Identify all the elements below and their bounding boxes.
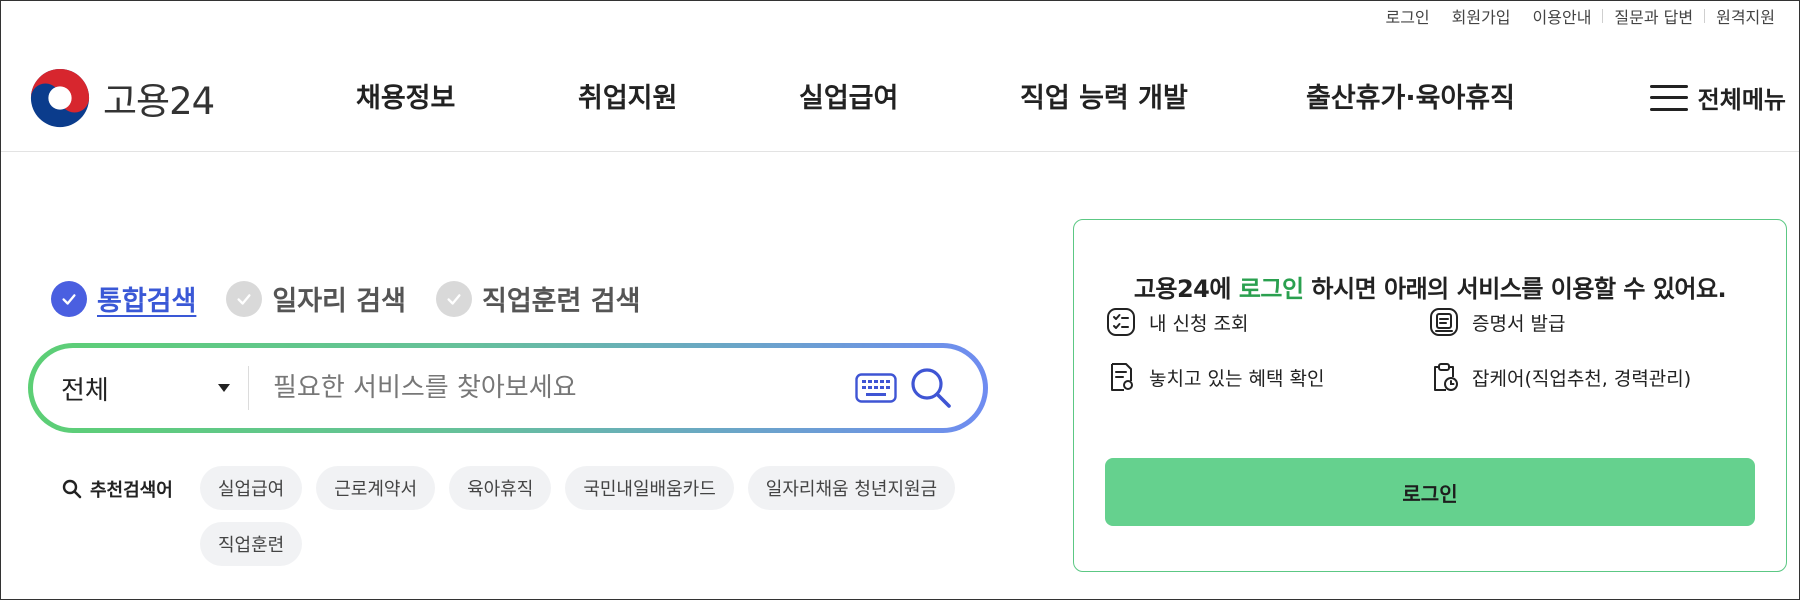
keyword-chip[interactable]: 직업훈련: [200, 522, 303, 566]
search-icon[interactable]: [909, 366, 953, 410]
main-nav: 채용정보 취업지원 실업급여 직업 능력 개발 출산휴가·육아휴직: [0, 76, 1800, 120]
search-input[interactable]: [249, 358, 855, 418]
nav-item-parental-leave[interactable]: 출산휴가·육아휴직: [1306, 76, 1515, 115]
login-link[interactable]: 로그인: [1374, 4, 1440, 28]
keyword-chip[interactable]: 실업급여: [200, 466, 303, 510]
title-text: 고용24에: [1133, 275, 1239, 303]
nav-item-skills-development[interactable]: 직업 능력 개발: [1020, 76, 1188, 115]
category-value: 전체: [61, 375, 109, 406]
service-label: 잡케어(직업추천, 경력관리): [1472, 367, 1692, 390]
service-my-applications[interactable]: 내 신청 조회: [1105, 306, 1248, 338]
check-icon: [435, 280, 472, 317]
search-box: 전체: [28, 343, 988, 433]
caret-down-icon: [218, 384, 230, 392]
hamburger-icon: [1649, 84, 1688, 111]
keyword-chip[interactable]: 육아휴직: [449, 466, 552, 510]
tab-label: 직업훈련 검색: [481, 286, 641, 317]
utility-nav: 로그인 회원가입 이용안내 질문과 답변 원격지원: [1374, 4, 1786, 28]
keyword-chip[interactable]: 국민내일배움카드: [565, 466, 734, 510]
tab-label: 일자리 검색: [272, 286, 406, 317]
title-highlight: 로그인: [1238, 275, 1304, 303]
clipboard-clock-icon: [1434, 363, 1458, 391]
nav-item-employment-support[interactable]: 취업지원: [578, 76, 677, 115]
tab-integrated-search[interactable]: 통합검색: [51, 279, 196, 318]
check-icon: [51, 280, 87, 317]
service-certificate[interactable]: 증명서 발급: [1428, 306, 1565, 338]
guide-link[interactable]: 이용안내: [1522, 4, 1603, 28]
signup-link[interactable]: 회원가입: [1441, 4, 1522, 28]
remote-support-link[interactable]: 원격지원: [1705, 4, 1786, 28]
search-icon: [62, 479, 82, 499]
keyword-chip[interactable]: 근로계약서: [316, 466, 436, 510]
keyword-chip[interactable]: 일자리채움 청년지원금: [747, 466, 956, 510]
service-label: 놓치고 있는 혜택 확인: [1149, 367, 1325, 390]
tab-label: 통합검색: [97, 286, 197, 317]
title-text: 하시면 아래의 서비스를 이용할 수 있어요.: [1303, 275, 1727, 303]
login-panel: 고용24에 로그인 하시면 아래의 서비스를 이용할 수 있어요. 내 신청 조…: [1073, 219, 1787, 572]
login-button[interactable]: 로그인: [1105, 458, 1755, 526]
recommended-label: 추천검색어: [90, 480, 173, 501]
qna-link[interactable]: 질문과 답변: [1603, 4, 1704, 28]
all-menu-button[interactable]: 전체메뉴: [1649, 80, 1786, 115]
login-panel-title: 고용24에 로그인 하시면 아래의 서비스를 이용할 수 있어요.: [1074, 269, 1786, 304]
nav-item-unemployment-benefit[interactable]: 실업급여: [799, 76, 898, 115]
nav-item-jobs[interactable]: 채용정보: [356, 76, 455, 115]
keyword-list: 실업급여 근로계약서 육아휴직 국민내일배움카드 일자리채움 청년지원금 직업훈…: [200, 466, 960, 566]
header-divider: [1, 151, 1799, 152]
recommended-title: 추천검색어: [62, 476, 173, 502]
service-label: 내 신청 조회: [1149, 312, 1249, 335]
certificate-icon: [1430, 308, 1458, 336]
document-search-icon: [1111, 363, 1133, 391]
all-menu-label: 전체메뉴: [1697, 86, 1786, 114]
keyboard-icon[interactable]: [855, 373, 897, 403]
service-jobcare[interactable]: 잡케어(직업추천, 경력관리): [1428, 361, 1691, 393]
tab-training-search[interactable]: 직업훈련 검색: [435, 279, 641, 318]
category-select[interactable]: 전체: [33, 348, 248, 428]
service-label: 증명서 발급: [1472, 312, 1566, 335]
check-icon: [226, 280, 263, 317]
service-missed-benefits[interactable]: 놓치고 있는 혜택 확인: [1105, 361, 1324, 393]
search-tabs: 통합검색 일자리 검색 직업훈련 검색: [51, 279, 670, 318]
tab-job-search[interactable]: 일자리 검색: [226, 279, 406, 318]
checklist-icon: [1107, 308, 1135, 336]
